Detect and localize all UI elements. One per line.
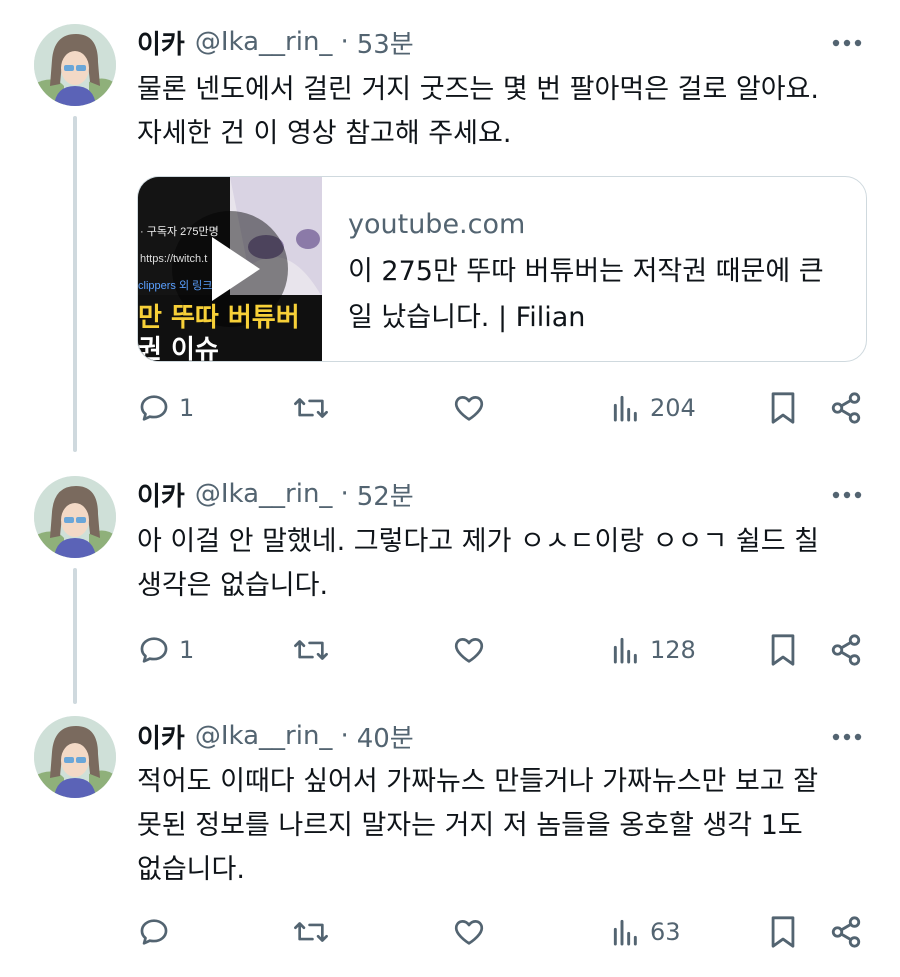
- reply-count: 1: [179, 394, 195, 422]
- reply-icon: [140, 637, 168, 663]
- user-handle[interactable]: @Ika__rin_: [195, 479, 333, 509]
- more-options-button[interactable]: [830, 26, 864, 60]
- user-handle[interactable]: @Ika__rin_: [195, 721, 333, 751]
- retweet-button[interactable]: [292, 910, 330, 954]
- like-button[interactable]: [452, 910, 486, 954]
- retweet-button[interactable]: [292, 386, 330, 430]
- bookmark-icon: [771, 634, 795, 666]
- card-title: 이 275만 뚜따 버튜버는 저작권 때문에 큰일 났습니다. | Filian: [348, 256, 824, 333]
- heart-icon: [454, 920, 484, 945]
- bookmark-icon: [771, 916, 795, 948]
- action-bar: 63: [0, 910, 900, 954]
- tweet[interactable]: 이카 @Ika__rin_ · 52분 아 이걸 안 말했네. 그렇다고 제가 …: [0, 460, 900, 700]
- bookmark-button[interactable]: [768, 386, 798, 430]
- tweet-header: 이카 @Ika__rin_ · 40분: [137, 716, 414, 756]
- views-button[interactable]: 63: [610, 910, 681, 954]
- video-thumbnail[interactable]: · 구독자 275만명 https://twitch.t clippers 외 …: [138, 177, 322, 361]
- action-bar: 1 128: [0, 628, 900, 672]
- thumbnail-text: clippers 외 링크: [138, 280, 213, 292]
- thumbnail-text: https://twitch.t: [140, 253, 208, 265]
- share-icon: [831, 392, 861, 424]
- card-info: youtube.com 이 275만 뚜따 버튜버는 저작권 때문에 큰일 났습…: [348, 205, 846, 341]
- more-options-button[interactable]: [830, 720, 864, 754]
- reply-button[interactable]: 1: [137, 386, 194, 430]
- separator-dot: ·: [340, 721, 349, 751]
- view-count: 128: [650, 636, 696, 664]
- heart-icon: [454, 638, 484, 663]
- timestamp[interactable]: 40분: [357, 718, 414, 755]
- more-horizontal-icon: [832, 491, 862, 499]
- avatar[interactable]: [34, 24, 116, 106]
- like-button[interactable]: [452, 628, 486, 672]
- analytics-icon: [613, 637, 637, 664]
- more-horizontal-icon: [832, 39, 862, 47]
- share-icon: [831, 916, 861, 948]
- heart-icon: [454, 396, 484, 421]
- reply-icon: [140, 395, 168, 421]
- avatar[interactable]: [34, 716, 116, 798]
- action-bar: 1 204: [0, 386, 900, 430]
- link-card[interactable]: · 구독자 275만명 https://twitch.t clippers 외 …: [137, 176, 867, 362]
- retweet-icon: [294, 398, 328, 418]
- tweet[interactable]: 이카 @Ika__rin_ · 40분 적어도 이때다 싶어서 가짜뉴스 만들거…: [0, 700, 900, 977]
- retweet-icon: [294, 640, 328, 660]
- share-button[interactable]: [829, 910, 863, 954]
- views-button[interactable]: 128: [610, 628, 696, 672]
- display-name[interactable]: 이카: [137, 476, 185, 513]
- like-button[interactable]: [452, 386, 486, 430]
- thumbnail-text: · 구독자 275만명: [140, 226, 219, 238]
- tweet[interactable]: 이카 @Ika__rin_ · 53분 물론 넨도에서 걸린 거지 굿즈는 몇 …: [0, 0, 900, 460]
- analytics-icon: [613, 919, 637, 946]
- user-handle[interactable]: @Ika__rin_: [195, 27, 333, 57]
- separator-dot: ·: [340, 479, 349, 509]
- tweet-text: 아 이걸 안 말했네. 그렇다고 제가 ㅇㅅㄷ이랑 ㅇㅇㄱ 쉴드 칠 생각은 없…: [137, 526, 819, 601]
- bookmark-icon: [771, 392, 795, 424]
- reply-icon: [140, 919, 168, 945]
- views-button[interactable]: 204: [610, 386, 696, 430]
- analytics-icon: [613, 395, 637, 422]
- thumbnail-subline: 권 이슈: [138, 335, 219, 361]
- timestamp[interactable]: 53분: [357, 24, 414, 61]
- more-options-button[interactable]: [830, 478, 864, 512]
- reply-button[interactable]: [137, 910, 179, 954]
- share-button[interactable]: [829, 386, 863, 430]
- retweet-button[interactable]: [292, 628, 330, 672]
- separator-dot: ·: [340, 27, 349, 57]
- tweet-text: 물론 넨도에서 걸린 거지 굿즈는 몇 번 팔아먹은 걸로 알아요. 자세한 건…: [137, 74, 819, 149]
- tweet-header: 이카 @Ika__rin_ · 52분: [137, 474, 414, 514]
- more-horizontal-icon: [832, 733, 862, 741]
- view-count: 204: [650, 394, 696, 422]
- view-count: 63: [650, 918, 681, 946]
- card-domain: youtube.com: [348, 209, 526, 240]
- tweet-header: 이카 @Ika__rin_ · 53분: [137, 22, 414, 62]
- share-button[interactable]: [829, 628, 863, 672]
- retweet-icon: [294, 922, 328, 942]
- share-icon: [831, 634, 861, 666]
- reply-button[interactable]: 1: [137, 628, 194, 672]
- display-name[interactable]: 이카: [137, 24, 185, 61]
- display-name[interactable]: 이카: [137, 718, 185, 755]
- reply-count: 1: [179, 636, 195, 664]
- tweet-text: 적어도 이때다 싶어서 가짜뉴스 만들거나 가짜뉴스만 보고 잘 못된 정보를 …: [137, 766, 819, 885]
- timestamp[interactable]: 52분: [357, 476, 414, 513]
- avatar[interactable]: [34, 476, 116, 558]
- bookmark-button[interactable]: [768, 628, 798, 672]
- bookmark-button[interactable]: [768, 910, 798, 954]
